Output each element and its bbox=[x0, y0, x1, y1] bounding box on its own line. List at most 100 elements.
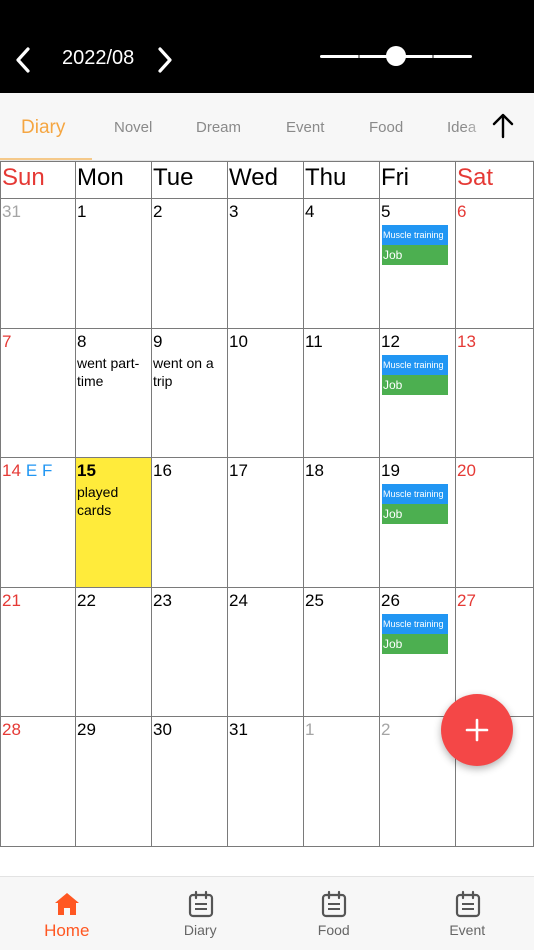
day-cell[interactable]: 21 bbox=[0, 587, 76, 718]
tab-novel[interactable]: Novel bbox=[114, 119, 152, 136]
day-number: 1 bbox=[305, 720, 315, 740]
zoom-slider[interactable] bbox=[320, 44, 472, 68]
day-number: 14 bbox=[2, 461, 21, 481]
tab-diary[interactable]: Diary bbox=[21, 117, 65, 139]
day-cell[interactable]: 20 bbox=[456, 458, 534, 588]
day-cell[interactable]: 6 bbox=[456, 199, 534, 329]
day-number: 4 bbox=[305, 202, 315, 221]
day-number: 2 bbox=[153, 202, 163, 221]
day-number: 25 bbox=[305, 590, 324, 610]
zoom-slider-thumb[interactable] bbox=[386, 46, 406, 66]
day-number: 24 bbox=[229, 590, 248, 610]
day-cell[interactable]: 18 bbox=[304, 458, 380, 588]
nav-home[interactable]: Home bbox=[0, 877, 134, 950]
day-number: 19 bbox=[381, 461, 400, 481]
weekday-header-mon: Mon bbox=[76, 161, 152, 199]
day-number: 17 bbox=[229, 461, 248, 481]
day-number: 31 bbox=[229, 720, 248, 740]
day-cell[interactable]: 29 bbox=[76, 717, 152, 847]
event-badge-job[interactable]: Job bbox=[382, 504, 448, 525]
day-cell[interactable]: 4 bbox=[304, 199, 380, 329]
day-cell[interactable]: 17 bbox=[228, 458, 304, 588]
weekday-header-row: Sun Mon Tue Wed Thu Fri Sat bbox=[0, 161, 534, 199]
chevron-left-icon bbox=[16, 47, 30, 73]
calendar-icon bbox=[455, 890, 480, 918]
nav-diary[interactable]: Diary bbox=[134, 877, 268, 950]
day-cell[interactable]: 28 bbox=[0, 717, 76, 847]
tab-food[interactable]: Food bbox=[369, 119, 403, 136]
event-badge-job[interactable]: Job bbox=[382, 245, 448, 265]
event-badge-muscle-training[interactable]: Muscle training bbox=[382, 225, 448, 245]
day-cell[interactable]: 15 played cards bbox=[76, 458, 152, 588]
day-number: 26 bbox=[381, 590, 400, 610]
event-badge-muscle-training[interactable]: Muscle training bbox=[382, 613, 448, 634]
calendar-icon bbox=[321, 890, 347, 918]
zoom-slider-tick bbox=[358, 55, 360, 58]
day-number: 12 bbox=[381, 331, 400, 351]
day-number: 16 bbox=[153, 461, 172, 481]
day-number: 7 bbox=[2, 331, 12, 351]
event-badge-muscle-training[interactable]: Muscle training bbox=[382, 484, 448, 505]
day-cell[interactable]: 8 went part-time bbox=[76, 328, 152, 459]
day-cell[interactable]: 31 bbox=[0, 199, 76, 329]
day-cell[interactable]: 9 went on a trip bbox=[152, 328, 228, 459]
plus-icon bbox=[465, 718, 489, 742]
event-badge-job[interactable]: Job bbox=[382, 374, 448, 395]
diary-note: went on a trip bbox=[153, 354, 214, 389]
day-number: 6 bbox=[457, 202, 467, 221]
day-cell[interactable]: 31 bbox=[228, 717, 304, 847]
nav-diary-label: Diary bbox=[183, 922, 217, 938]
nav-event-label: Event bbox=[449, 922, 486, 938]
day-cell[interactable]: 1 bbox=[304, 717, 380, 847]
nav-food[interactable]: Food bbox=[267, 877, 401, 950]
day-number: 31 bbox=[2, 202, 21, 221]
top-bar: 2022/08 bbox=[0, 0, 534, 93]
day-number: 2 bbox=[381, 720, 391, 740]
nav-event[interactable]: Event bbox=[401, 877, 534, 950]
day-number: 30 bbox=[153, 720, 172, 740]
day-cell[interactable]: 13 bbox=[456, 328, 534, 459]
day-cell[interactable]: 1 bbox=[76, 199, 152, 329]
arrow-up-icon bbox=[492, 113, 514, 139]
day-cell[interactable]: 12 Muscle training Job bbox=[380, 328, 456, 459]
nav-food-label: Food bbox=[317, 922, 350, 938]
day-cell[interactable]: 5 Muscle training Job bbox=[380, 199, 456, 329]
day-number: 28 bbox=[2, 720, 21, 740]
scroll-to-top-button[interactable] bbox=[488, 111, 518, 141]
category-tabs: Diary Novel Dream Event Food Idea bbox=[0, 93, 534, 161]
event-badge-job[interactable]: Job bbox=[382, 633, 448, 654]
event-badge-muscle-training[interactable]: Muscle training bbox=[382, 354, 448, 375]
day-number: 1 bbox=[77, 202, 87, 221]
day-number: 22 bbox=[77, 590, 96, 610]
chevron-right-icon bbox=[158, 47, 172, 73]
day-cell[interactable]: 14 E F bbox=[0, 458, 76, 588]
next-month-button[interactable] bbox=[148, 42, 184, 78]
day-cell[interactable]: 7 bbox=[0, 328, 76, 459]
day-cell[interactable]: 10 bbox=[228, 328, 304, 459]
day-cell[interactable]: 22 bbox=[76, 587, 152, 718]
tab-dream[interactable]: Dream bbox=[196, 119, 241, 136]
previous-month-button[interactable] bbox=[6, 42, 42, 78]
calendar-icon bbox=[188, 890, 213, 918]
day-cell[interactable]: 11 bbox=[304, 328, 380, 459]
day-number: 8 bbox=[77, 331, 87, 351]
nav-home-label: Home bbox=[44, 921, 90, 940]
add-entry-button[interactable] bbox=[441, 694, 513, 766]
day-number: 18 bbox=[305, 461, 324, 481]
day-cell[interactable]: 23 bbox=[152, 587, 228, 718]
day-cell[interactable]: 30 bbox=[152, 717, 228, 847]
day-cell[interactable]: 16 bbox=[152, 458, 228, 588]
day-cell[interactable]: 24 bbox=[228, 587, 304, 718]
home-icon bbox=[55, 893, 79, 915]
weekday-header-sun: Sun bbox=[0, 161, 76, 199]
diary-note: played cards bbox=[77, 484, 119, 519]
day-number: 21 bbox=[2, 590, 21, 610]
day-cell[interactable]: 2 bbox=[152, 199, 228, 329]
day-cell[interactable]: 3 bbox=[228, 199, 304, 329]
day-number: 3 bbox=[229, 202, 239, 221]
day-cell[interactable]: 25 bbox=[304, 587, 380, 718]
tab-event[interactable]: Event bbox=[286, 119, 324, 136]
weekday-header-fri: Fri bbox=[380, 161, 456, 199]
day-cell[interactable]: 19 Muscle training Job bbox=[380, 458, 456, 588]
day-number: 29 bbox=[77, 720, 96, 740]
